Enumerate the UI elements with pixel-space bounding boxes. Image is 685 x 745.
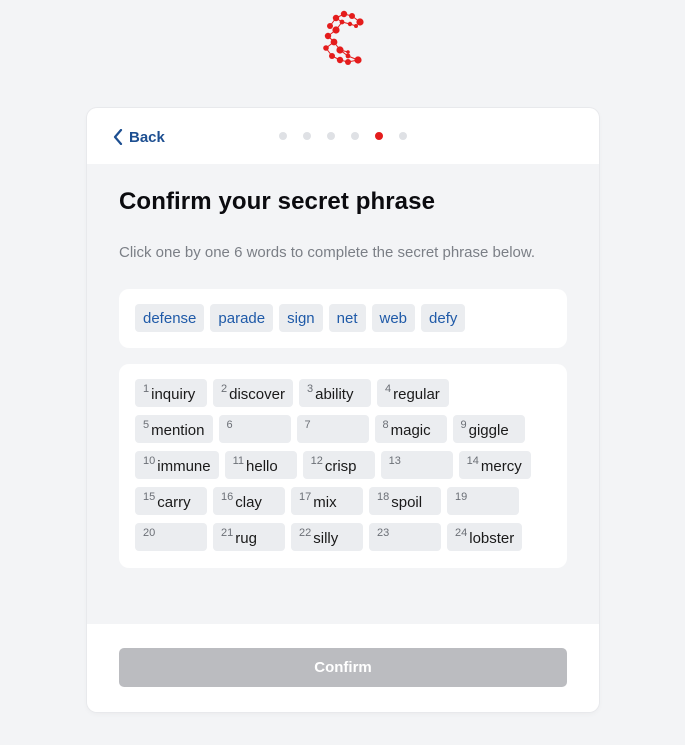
phrase-word-slot[interactable]: 15 carry <box>135 487 207 515</box>
card-footer: Confirm <box>87 624 599 712</box>
slot-word: immune <box>157 458 211 475</box>
phrase-row: 10 immune 11 hello 12 crisp 13 14 mercy <box>135 451 551 479</box>
slot-number: 20 <box>143 527 156 539</box>
page-title: Confirm your secret phrase <box>119 188 436 215</box>
slot-word: ability <box>315 386 354 403</box>
slot-word: discover <box>229 386 285 403</box>
phrase-row: 15 carry 16 clay 17 mix 18 spoil 19 <box>135 487 551 515</box>
chevron-left-icon <box>113 129 123 145</box>
phrase-row: 5 mention 6 7 8 magic 9 giggle <box>135 415 551 443</box>
slot-number: 17 <box>299 491 312 503</box>
slot-word: giggle <box>468 422 509 439</box>
phrase-empty-slot[interactable]: 19 <box>447 487 519 515</box>
step-dot <box>303 132 311 140</box>
brand-logo-icon <box>312 6 372 70</box>
slot-word: hello <box>246 458 278 475</box>
slot-word: crisp <box>324 458 357 475</box>
slot-number: 10 <box>143 455 156 467</box>
slot-word: lobster <box>469 530 515 547</box>
word-choice-defy[interactable]: defy <box>421 304 466 332</box>
word-choice-defense[interactable]: defense <box>135 304 205 332</box>
confirm-phrase-card: Back Confirm your secret phrase Click on… <box>87 108 599 712</box>
phrase-empty-slot[interactable]: 13 <box>380 451 453 479</box>
slot-number: 16 <box>221 491 234 503</box>
phrase-word-slot[interactable]: 11 hello <box>224 451 297 479</box>
phrase-empty-slot[interactable]: 6 <box>218 415 291 443</box>
slot-number: 15 <box>143 491 156 503</box>
slot-number: 13 <box>388 455 401 467</box>
word-choices: defense parade sign net web defy <box>119 289 567 348</box>
slot-number: 11 <box>232 455 245 467</box>
phrase-word-slot[interactable]: 24 lobster <box>447 523 523 551</box>
step-indicator <box>279 132 407 140</box>
slot-number: 23 <box>377 527 390 539</box>
slot-word: clay <box>235 494 262 511</box>
phrase-word-slot[interactable]: 21 rug <box>213 523 285 551</box>
step-dot <box>279 132 287 140</box>
slot-word: rug <box>235 530 257 547</box>
slot-number: 21 <box>221 527 234 539</box>
step-dot-active <box>375 132 383 140</box>
phrase-word-slot[interactable]: 14 mercy <box>458 451 531 479</box>
phrase-word-slot[interactable]: 8 magic <box>374 415 447 443</box>
slot-word: mention <box>151 422 205 439</box>
phrase-word-slot[interactable]: 16 clay <box>213 487 285 515</box>
slot-number: 18 <box>377 491 390 503</box>
slot-word: mix <box>313 494 337 511</box>
phrase-word-slot[interactable]: 1 inquiry <box>135 379 207 407</box>
phrase-word-slot[interactable]: 3 ability <box>298 379 371 407</box>
phrase-empty-slot[interactable]: 20 <box>135 523 207 551</box>
slot-number: 1 <box>143 383 150 395</box>
instructions-text: Click one by one 6 words to complete the… <box>119 244 536 261</box>
slot-number: 5 <box>143 419 150 431</box>
slot-number: 2 <box>221 383 228 395</box>
slot-number: 22 <box>299 527 312 539</box>
slot-number: 3 <box>306 383 314 395</box>
slot-word: carry <box>157 494 191 511</box>
slot-word: spoil <box>391 494 423 511</box>
phrase-word-slot[interactable]: 5 mention <box>135 415 213 443</box>
step-dot <box>327 132 335 140</box>
slot-number: 7 <box>304 419 311 431</box>
phrase-word-slot[interactable]: 22 silly <box>291 523 363 551</box>
slot-word: inquiry <box>151 386 196 403</box>
phrase-word-slot[interactable]: 12 crisp <box>302 451 375 479</box>
slot-number: 24 <box>455 527 468 539</box>
back-label: Back <box>129 128 165 146</box>
secret-phrase-grid: 1 inquiry 2 discover 3 ability 4 regular 5 mentio… <box>119 364 567 568</box>
card-header: Back <box>87 108 599 164</box>
slot-word: mercy <box>480 458 522 475</box>
phrase-word-slot[interactable]: 10 immune <box>135 451 219 479</box>
back-button[interactable]: Back <box>113 127 165 147</box>
phrase-word-slot[interactable]: 4 regular <box>376 379 449 407</box>
phrase-row: 1 inquiry 2 discover 3 ability 4 regular <box>135 379 551 407</box>
word-choice-parade[interactable]: parade <box>210 304 274 332</box>
slot-number: 14 <box>466 455 479 467</box>
step-dot <box>399 132 407 140</box>
slot-number: 9 <box>460 419 467 431</box>
phrase-empty-slot[interactable]: 7 <box>296 415 369 443</box>
slot-number: 19 <box>455 491 468 503</box>
phrase-word-slot[interactable]: 18 spoil <box>369 487 441 515</box>
phrase-empty-slot[interactable]: 23 <box>369 523 441 551</box>
step-dot <box>351 132 359 140</box>
word-choice-net[interactable]: net <box>328 304 366 332</box>
phrase-word-slot[interactable]: 17 mix <box>291 487 363 515</box>
word-choice-sign[interactable]: sign <box>279 304 323 332</box>
slot-word: regular <box>393 386 440 403</box>
slot-number: 12 <box>310 455 323 467</box>
slot-word: magic <box>390 422 431 439</box>
slot-number: 4 <box>384 383 392 395</box>
confirm-button[interactable]: Confirm <box>119 648 567 687</box>
phrase-word-slot[interactable]: 2 discover <box>213 379 293 407</box>
phrase-row: 20 21 rug 22 silly 23 24 lobster <box>135 523 551 551</box>
slot-number: 8 <box>382 419 389 431</box>
word-choice-web[interactable]: web <box>371 304 416 332</box>
slot-word: silly <box>313 530 339 547</box>
phrase-word-slot[interactable]: 9 giggle <box>452 415 525 443</box>
slot-number: 6 <box>226 419 233 431</box>
